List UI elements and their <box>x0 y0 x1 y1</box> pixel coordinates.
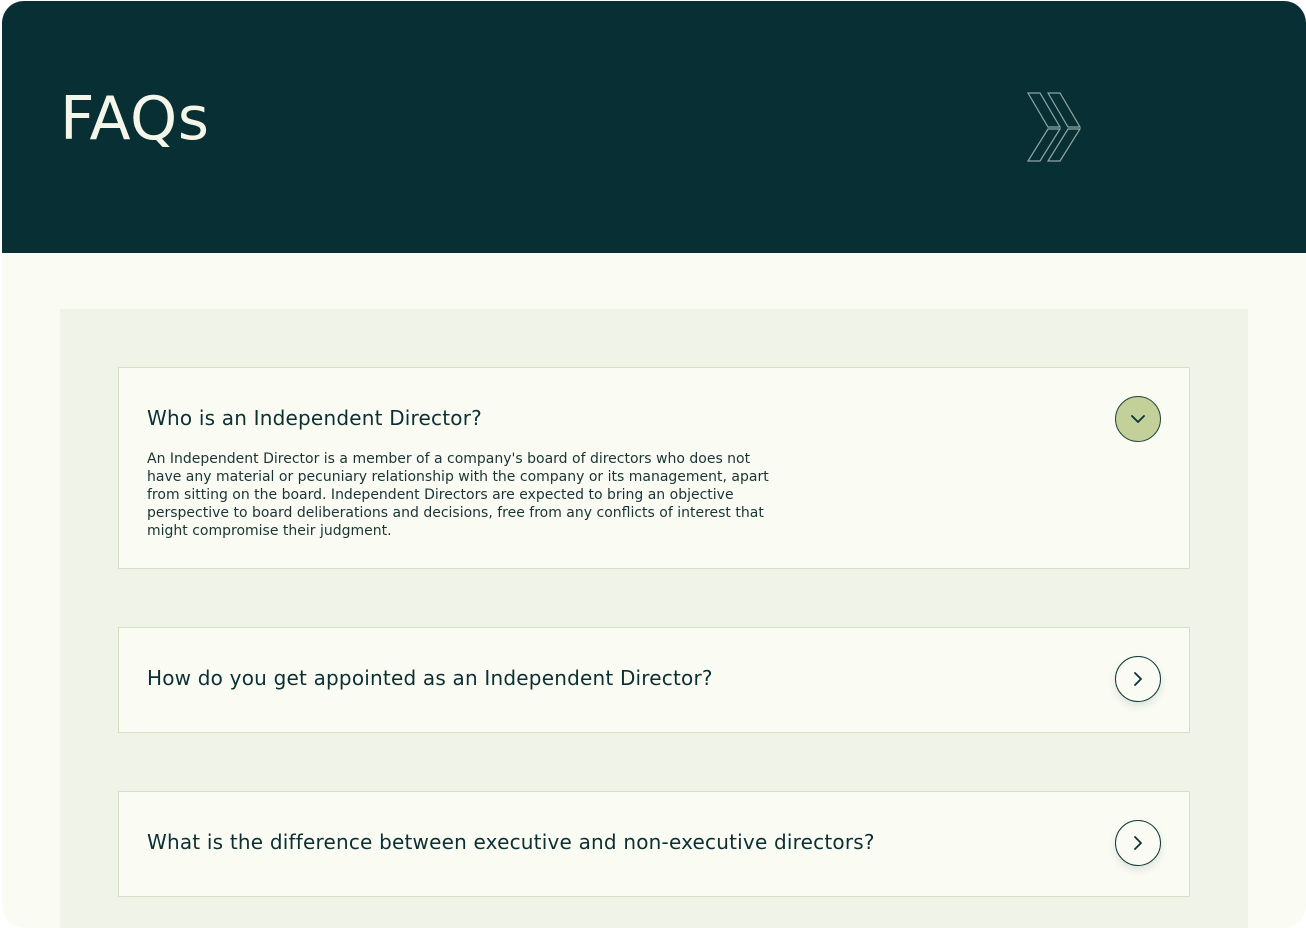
page-frame: FAQs Who is an Independent Director? An … <box>2 1 1306 928</box>
collapse-button[interactable] <box>1115 396 1161 442</box>
expand-button[interactable] <box>1115 820 1161 866</box>
page-title: FAQs <box>60 84 210 154</box>
chevron-down-icon <box>1131 415 1145 423</box>
faq-answer: An Independent Director is a member of a… <box>147 451 769 539</box>
faq-header: FAQs <box>2 1 1306 253</box>
expand-button[interactable] <box>1115 656 1161 702</box>
faq-item[interactable]: How do you get appointed as an Independe… <box>118 627 1190 733</box>
faq-question[interactable]: Who is an Independent Director? <box>147 406 482 430</box>
faq-question[interactable]: How do you get appointed as an Independe… <box>147 666 713 690</box>
faq-item[interactable]: Who is an Independent Director? An Indep… <box>118 367 1190 569</box>
chevron-right-icon <box>1134 836 1142 850</box>
double-chevron-right-icon <box>1026 92 1082 162</box>
faq-question[interactable]: What is the difference between executive… <box>147 830 875 854</box>
chevron-right-icon <box>1134 672 1142 686</box>
faq-item[interactable]: What is the difference between executive… <box>118 791 1190 897</box>
faq-list: Who is an Independent Director? An Indep… <box>60 309 1248 928</box>
